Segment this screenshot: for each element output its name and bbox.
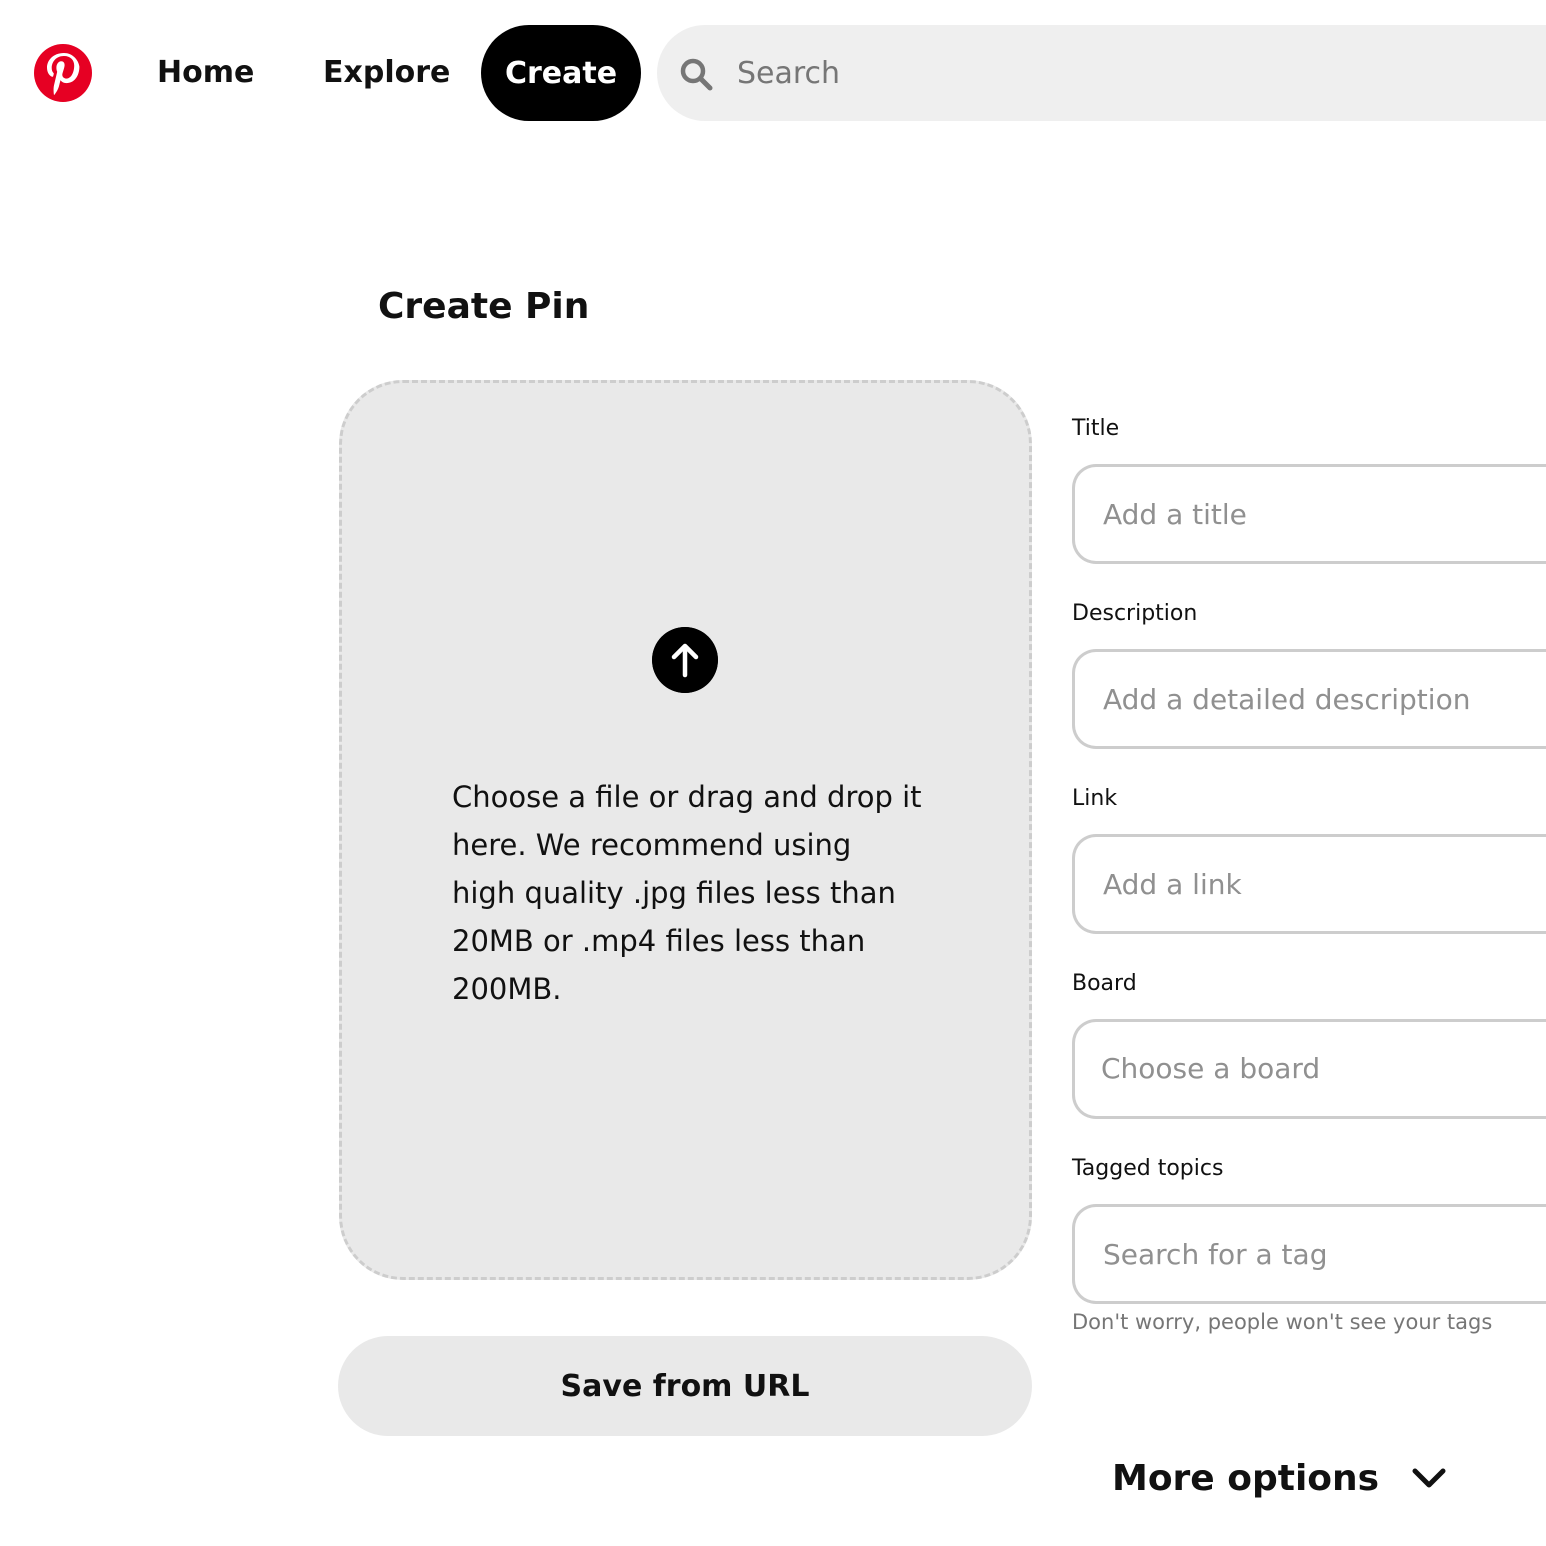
- nav-explore-link[interactable]: Explore: [323, 48, 450, 98]
- nav-home-link[interactable]: Home: [157, 48, 254, 98]
- search-icon: [680, 58, 713, 91]
- tags-helper-text: Don't worry, people won't see your tags: [1072, 1310, 1493, 1334]
- save-from-url-button[interactable]: Save from URL: [338, 1336, 1032, 1436]
- link-field: [1072, 834, 1546, 934]
- description-label: Description: [1072, 601, 1198, 626]
- pinterest-logo-icon[interactable]: [33, 43, 93, 103]
- board-select-placeholder: Choose a board: [1101, 1052, 1321, 1085]
- nav-create-button[interactable]: Create: [481, 25, 641, 121]
- link-label: Link: [1072, 786, 1118, 811]
- tagged-topics-field: [1072, 1204, 1546, 1304]
- upload-arrow-icon: [652, 627, 718, 693]
- tagged-topics-label: Tagged topics: [1072, 1156, 1224, 1181]
- tag-search-input[interactable]: [1101, 1229, 1541, 1279]
- more-options-label: More options: [1112, 1457, 1380, 1499]
- upload-instructions: Choose a file or drag and drop it here. …: [452, 780, 922, 1006]
- board-select[interactable]: Choose a board: [1072, 1019, 1546, 1119]
- more-options-toggle[interactable]: More options: [1112, 1450, 1447, 1506]
- title-label: Title: [1072, 416, 1120, 441]
- title-field: [1072, 464, 1546, 564]
- page-title: Create Pin: [378, 286, 590, 327]
- top-navigation: Home Explore Create: [0, 0, 1546, 146]
- description-input[interactable]: [1101, 674, 1541, 724]
- search-input[interactable]: [735, 45, 1535, 101]
- title-input[interactable]: [1101, 489, 1541, 539]
- link-input[interactable]: [1101, 859, 1541, 909]
- upload-dropzone[interactable]: Choose a file or drag and drop it here. …: [339, 380, 1032, 1280]
- chevron-down-icon: [1412, 1468, 1446, 1488]
- description-field: [1072, 649, 1546, 749]
- search-bar: [657, 25, 1546, 121]
- board-label: Board: [1072, 971, 1137, 996]
